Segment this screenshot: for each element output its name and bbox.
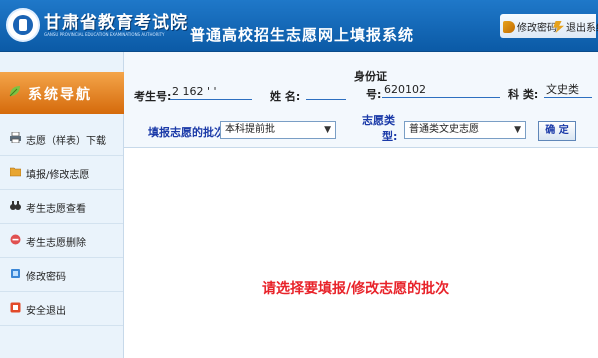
sidebar-item-label: 安全退出: [26, 306, 66, 317]
exit-icon: [553, 21, 564, 33]
logo: 甘肃省教育考试院 GANSU PROVINCIAL EDUCATION EXAM…: [6, 6, 187, 46]
subject-value: 文史类: [544, 82, 592, 98]
type-label-bottom: 型:: [382, 130, 398, 143]
select-batch-message: 请选择要填报/修改志愿的批次: [262, 281, 450, 297]
printer-icon: [10, 132, 21, 143]
change-password-label: 修改密码: [517, 23, 557, 34]
chevron-down-icon: ▼: [514, 125, 521, 135]
sidebar-item-fill-modify[interactable]: 填报/修改志愿: [0, 156, 123, 190]
batch-selected-value: 本科提前批: [225, 124, 275, 135]
page-root: 甘肃省教育考试院 GANSU PROVINCIAL EDUCATION EXAM…: [0, 0, 598, 358]
logo-title: 甘肃省教育考试院: [44, 13, 188, 33]
query-form: 考生号: 2 162 ' ' 姓 名: 身份证 号: 620102 科 类: 文…: [124, 52, 598, 148]
sidebar-item-label: 填报/修改志愿: [26, 170, 90, 181]
sidebar-item-download[interactable]: 志愿（样表）下载: [0, 122, 123, 156]
sidebar-item-view[interactable]: 考生志愿查看: [0, 190, 123, 224]
name-value: [306, 84, 346, 100]
folder-icon: [10, 167, 21, 177]
sidebar-item-label: 修改密码: [26, 272, 66, 283]
batch-select[interactable]: 本科提前批 ▼: [220, 121, 336, 139]
id-value: 620102: [382, 82, 500, 98]
id-label-bottom: 号:: [366, 88, 382, 101]
logo-subtitle: GANSU PROVINCIAL EDUCATION EXAMINATIONS …: [44, 32, 165, 37]
key-icon: [503, 21, 515, 33]
nav-header: 系统导航: [0, 72, 124, 114]
nav-title: 系统导航: [28, 87, 92, 103]
sidebar-item-delete[interactable]: 考生志愿删除: [0, 224, 123, 258]
delete-icon: [10, 234, 21, 245]
leaf-icon: [9, 86, 20, 97]
sidebar-item-change-password[interactable]: 修改密码: [0, 258, 123, 292]
sidebar-item-label: 考生志愿删除: [26, 238, 86, 249]
exit-icon: [10, 302, 21, 313]
sidebar: 系统导航 志愿（样表）下载 填报/修改志愿 考生志愿查看 考生志愿删除 修改密码…: [0, 52, 124, 358]
logout-label: 退出系统: [566, 23, 598, 34]
sidebar-item-label: 考生志愿查看: [26, 204, 86, 215]
key-icon: [11, 269, 20, 278]
volunteer-type-select[interactable]: 普通类文史志愿 ▼: [404, 121, 526, 139]
type-selected-value: 普通类文史志愿: [409, 124, 479, 135]
emblem-icon: [6, 8, 40, 42]
top-links: 修改密码 退出系统: [500, 14, 598, 38]
name-label: 姓 名:: [270, 90, 301, 103]
change-password-link[interactable]: 修改密码: [503, 19, 557, 34]
sidebar-item-logout[interactable]: 安全退出: [0, 292, 123, 326]
batch-label: 填报志愿的批次:: [148, 126, 230, 139]
chevron-down-icon: ▼: [324, 125, 331, 135]
binoculars-icon: [10, 201, 21, 210]
sidebar-item-label: 志愿（样表）下载: [26, 136, 106, 147]
exam-no-label: 考生号:: [134, 90, 172, 103]
subject-label: 科 类:: [508, 88, 539, 101]
type-label-top: 志愿类: [362, 114, 395, 127]
top-header: 甘肃省教育考试院 GANSU PROVINCIAL EDUCATION EXAM…: [0, 0, 598, 52]
system-title: 普通高校招生志愿网上填报系统: [190, 26, 415, 44]
logout-link[interactable]: 退出系统: [552, 19, 598, 34]
confirm-button[interactable]: 确 定: [538, 121, 576, 141]
exam-no-value: 2 162 ' ': [170, 84, 252, 100]
